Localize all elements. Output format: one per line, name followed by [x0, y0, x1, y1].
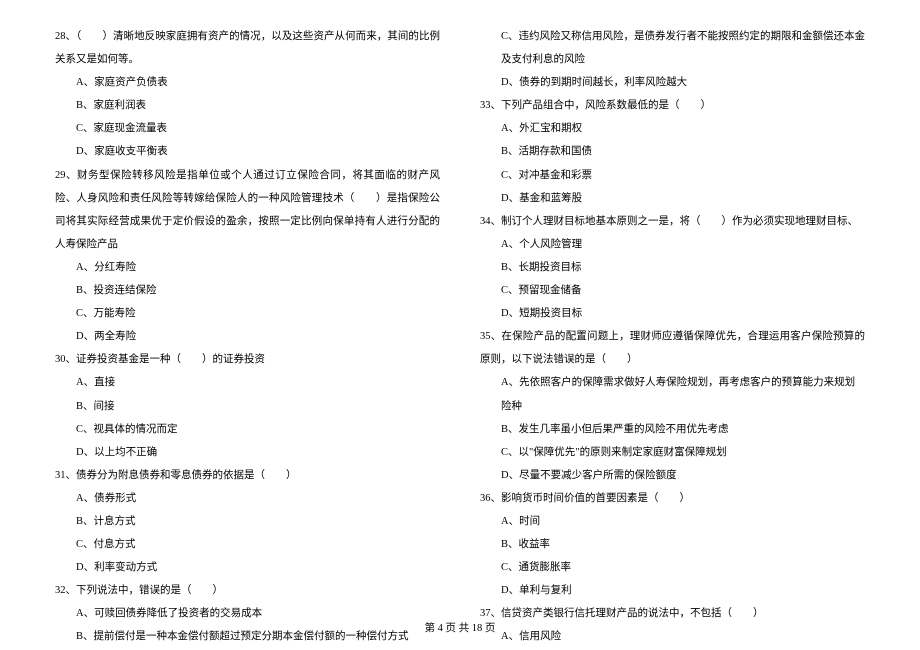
q28-opt-a: A、家庭资产负债表 [55, 71, 440, 94]
q32-text: 32、下列说法中，错误的是（ ） [55, 579, 440, 602]
q35-opt-b: B、发生几率虽小但后果严重的风险不用优先考虑 [480, 418, 865, 441]
q31-opt-b: B、计息方式 [55, 510, 440, 533]
q28-opt-d: D、家庭收支平衡表 [55, 140, 440, 163]
left-column: 28、（ ）清晰地反映家庭拥有资产的情况，以及这些资产从何而来，其间的比例关系又… [55, 25, 460, 649]
q31-text: 31、债券分为附息债券和零息债券的依据是（ ） [55, 464, 440, 487]
q35-opt-d: D、尽量不要减少客户所需的保险额度 [480, 464, 865, 487]
q28-text: 28、（ ）清晰地反映家庭拥有资产的情况，以及这些资产从何而来，其间的比例关系又… [55, 25, 440, 71]
q35-text: 35、在保险产品的配置问题上，理财师应遵循保障优先，合理运用客户保险预算的原则，… [480, 325, 865, 371]
q29-opt-d: D、两全寿险 [55, 325, 440, 348]
right-column: C、违约风险又称信用风险，是债券发行者不能按照约定的期限和金额偿还本金及支付利息… [460, 25, 865, 649]
q31-opt-a: A、债券形式 [55, 487, 440, 510]
page-content: 28、（ ）清晰地反映家庭拥有资产的情况，以及这些资产从何而来，其间的比例关系又… [0, 0, 920, 649]
q33-opt-a: A、外汇宝和期权 [480, 117, 865, 140]
q30-opt-b: B、间接 [55, 395, 440, 418]
q30-opt-d: D、以上均不正确 [55, 441, 440, 464]
q33-text: 33、下列产品组合中，风险系数最低的是（ ） [480, 94, 865, 117]
q34-text: 34、制订个人理财目标地基本原则之一是，将（ ）作为必须实现地理财目标、 [480, 210, 865, 233]
q29-text: 29、财务型保险转移风险是指单位或个人通过订立保险合同，将其面临的财产风险、人身… [55, 164, 440, 256]
q36-text: 36、影响货币时间价值的首要因素是（ ） [480, 487, 865, 510]
q31-opt-c: C、付息方式 [55, 533, 440, 556]
page-footer: 第 4 页 共 18 页 [0, 617, 920, 640]
q36-opt-c: C、通货膨胀率 [480, 556, 865, 579]
q34-opt-a: A、个人风险管理 [480, 233, 865, 256]
q34-opt-d: D、短期投资目标 [480, 302, 865, 325]
q32-opt-d: D、债券的到期时间越长，利率风险越大 [480, 71, 865, 94]
q29-opt-b: B、投资连结保险 [55, 279, 440, 302]
q33-opt-d: D、基金和蓝筹股 [480, 187, 865, 210]
q28-opt-c: C、家庭现金流量表 [55, 117, 440, 140]
q32-opt-c: C、违约风险又称信用风险，是债券发行者不能按照约定的期限和金额偿还本金及支付利息… [480, 25, 865, 71]
q34-opt-c: C、预留现金储备 [480, 279, 865, 302]
q35-opt-a: A、先依照客户的保障需求做好人寿保险规划，再考虑客户的预算能力来规划险种 [480, 371, 865, 417]
q31-opt-d: D、利率变动方式 [55, 556, 440, 579]
q29-opt-a: A、分红寿险 [55, 256, 440, 279]
q36-opt-a: A、时间 [480, 510, 865, 533]
q30-text: 30、证券投资基金是一种（ ）的证券投资 [55, 348, 440, 371]
q29-opt-c: C、万能寿险 [55, 302, 440, 325]
q33-opt-b: B、活期存款和国债 [480, 140, 865, 163]
q35-opt-c: C、以"保障优先"的原则来制定家庭财富保障规划 [480, 441, 865, 464]
q34-opt-b: B、长期投资目标 [480, 256, 865, 279]
q28-opt-b: B、家庭利润表 [55, 94, 440, 117]
q30-opt-c: C、视具体的情况而定 [55, 418, 440, 441]
q36-opt-d: D、单利与复利 [480, 579, 865, 602]
q30-opt-a: A、直接 [55, 371, 440, 394]
q33-opt-c: C、对冲基金和彩票 [480, 164, 865, 187]
q36-opt-b: B、收益率 [480, 533, 865, 556]
